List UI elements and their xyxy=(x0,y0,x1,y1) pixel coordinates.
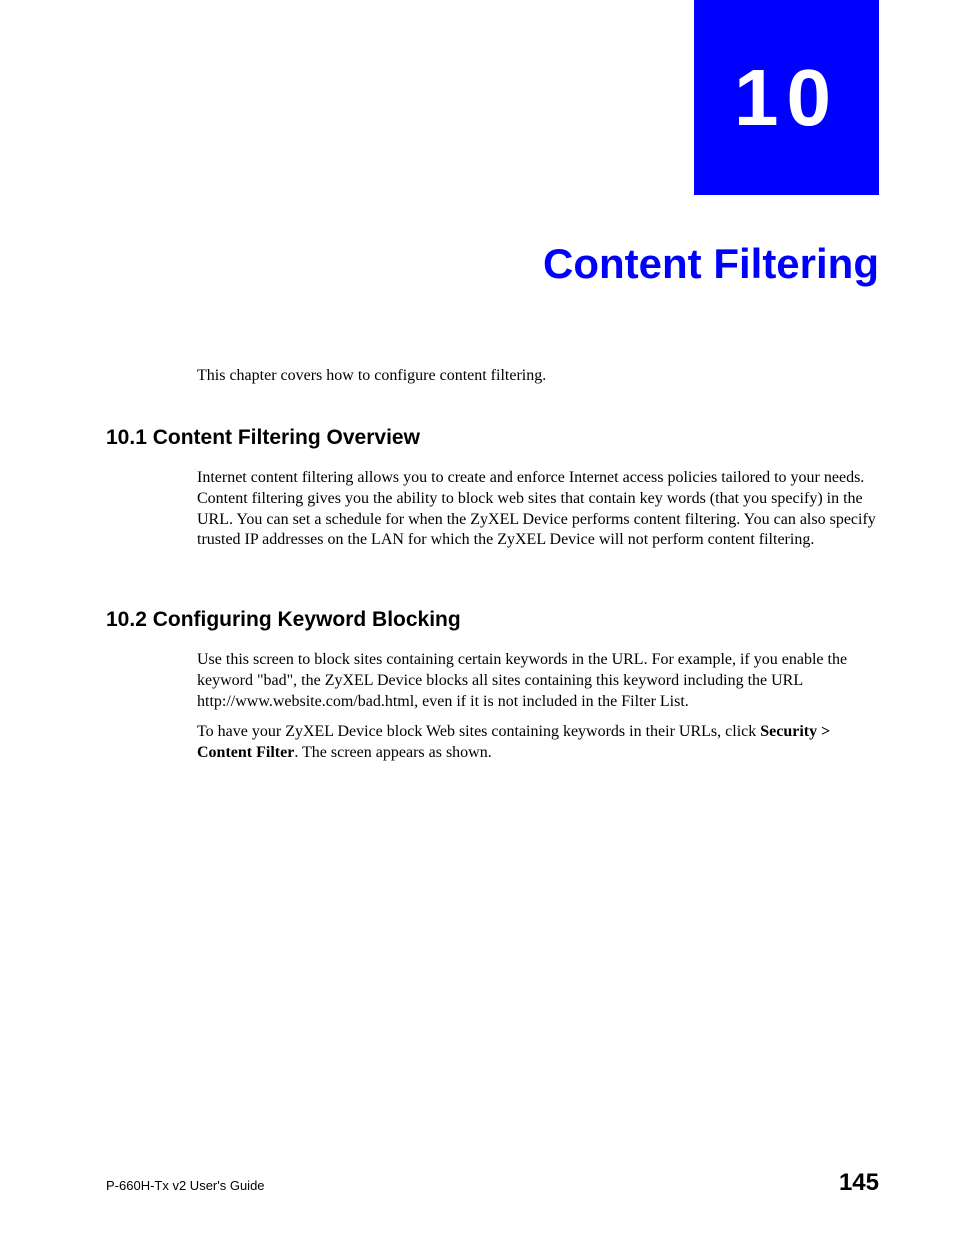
chapter-title: Content Filtering xyxy=(543,240,879,288)
section-heading: 10.2 Configuring Keyword Blocking xyxy=(106,608,879,632)
section-10-2: 10.2 Configuring Keyword Blocking Use th… xyxy=(106,608,879,774)
footer-guide-name: P-660H-Tx v2 User's Guide xyxy=(106,1178,265,1193)
paragraph: Use this screen to block sites containin… xyxy=(197,650,879,712)
section-10-1: 10.1 Content Filtering Overview Internet… xyxy=(106,426,879,551)
section-heading: 10.1 Content Filtering Overview xyxy=(106,426,879,450)
chapter-intro: This chapter covers how to configure con… xyxy=(197,367,879,385)
text-suffix: . The screen appears as shown. xyxy=(294,744,491,761)
footer-page-number: 145 xyxy=(839,1169,879,1197)
section-body: Internet content filtering allows you to… xyxy=(197,468,879,551)
page-footer: P-660H-Tx v2 User's Guide 145 xyxy=(106,1169,879,1197)
text-prefix: To have your ZyXEL Device block Web site… xyxy=(197,723,760,740)
chapter-number: 10 xyxy=(734,52,839,144)
chapter-number-box: 10 xyxy=(694,0,879,195)
paragraph: To have your ZyXEL Device block Web site… xyxy=(197,722,879,764)
